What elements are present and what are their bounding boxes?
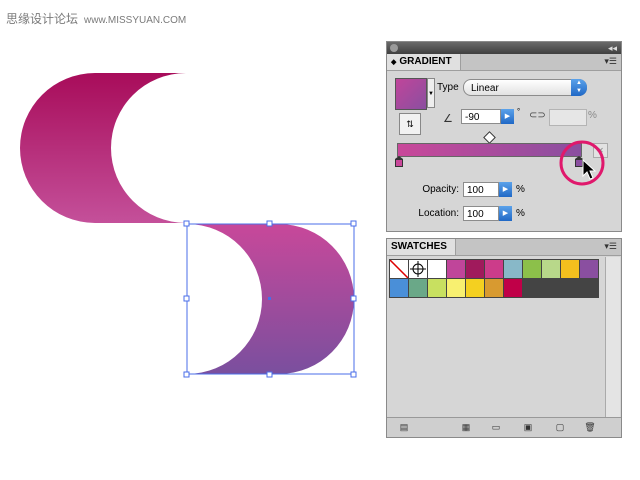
swatch-2[interactable] bbox=[428, 260, 446, 278]
swatch-10[interactable] bbox=[580, 260, 598, 278]
handle-mid-left bbox=[183, 295, 190, 302]
gradient-stop-end-color bbox=[575, 159, 583, 167]
type-select[interactable]: Linear ▲ ▼ bbox=[463, 79, 587, 96]
swatch-library-icon[interactable]: ▤ bbox=[397, 421, 411, 433]
close-icon[interactable] bbox=[390, 44, 398, 52]
swatch-9[interactable] bbox=[561, 260, 579, 278]
handle-bottom-left bbox=[183, 371, 190, 378]
gradient-stop-start[interactable] bbox=[395, 156, 403, 167]
swatches-panel: SWATCHES ▾☰ ▤ ▦ ▭ ▣ ▢ 🗑 bbox=[386, 238, 622, 438]
opacity-dropdown-button[interactable]: ▶ bbox=[499, 182, 512, 197]
swatch-8[interactable] bbox=[542, 260, 560, 278]
swatch-7[interactable] bbox=[523, 260, 541, 278]
swatch-5[interactable] bbox=[485, 260, 503, 278]
swatch-14[interactable] bbox=[447, 279, 465, 297]
handle-bottom-mid bbox=[266, 371, 273, 378]
aspect-ratio-input bbox=[549, 109, 587, 126]
swatch-12[interactable] bbox=[409, 279, 427, 297]
handle-top-mid bbox=[266, 220, 273, 227]
location-dropdown-button[interactable]: ▶ bbox=[499, 206, 512, 221]
gradient-slider-bar[interactable] bbox=[397, 143, 582, 157]
gradient-stop-start-color bbox=[395, 159, 403, 167]
handle-top-left bbox=[183, 220, 190, 227]
gradient-preview-swatch[interactable] bbox=[395, 78, 427, 110]
collapse-icon[interactable]: ◂◂ bbox=[608, 42, 617, 54]
top-crescent-shape[interactable] bbox=[20, 73, 186, 223]
select-stepper-icon: ▲ ▼ bbox=[571, 79, 587, 96]
opacity-label: Opacity: bbox=[422, 184, 459, 195]
dock-bar: ◂◂ bbox=[387, 42, 621, 54]
type-label: Type bbox=[437, 82, 459, 93]
tab-gradient[interactable]: ◆ GRADIENT bbox=[387, 54, 461, 70]
tab-gradient-label: GRADIENT bbox=[399, 56, 452, 67]
swatch-16[interactable] bbox=[485, 279, 503, 297]
angle-dropdown-button[interactable]: ▶ bbox=[501, 109, 514, 124]
new-group-icon[interactable]: ▣ bbox=[521, 421, 535, 433]
swatch-15[interactable] bbox=[466, 279, 484, 297]
swatch-17[interactable] bbox=[504, 279, 522, 297]
panel-menu-icon[interactable]: ▾☰ bbox=[604, 241, 617, 252]
angle-input[interactable]: -90 bbox=[461, 109, 501, 124]
swatch-0[interactable] bbox=[390, 260, 408, 278]
gradient-stop-end[interactable] bbox=[575, 156, 583, 167]
gradient-midpoint-marker[interactable] bbox=[483, 131, 496, 144]
handle-bottom-right bbox=[350, 371, 357, 378]
degree-symbol: ° bbox=[517, 107, 521, 116]
type-select-value: Linear bbox=[471, 83, 499, 94]
aspect-percent: % bbox=[588, 110, 597, 121]
scrollbar[interactable] bbox=[605, 257, 620, 417]
handle-top-right bbox=[350, 220, 357, 227]
tab-swatches-label: SWATCHES bbox=[391, 241, 447, 252]
tab-swatches[interactable]: SWATCHES bbox=[387, 239, 456, 255]
show-kinds-icon[interactable]: ▦ bbox=[459, 421, 473, 433]
swatch-options-icon[interactable]: ▭ bbox=[489, 421, 503, 433]
swatch-grid bbox=[389, 259, 599, 298]
delete-stop-icon[interactable]: ✕ bbox=[593, 143, 608, 158]
location-percent: % bbox=[516, 208, 525, 219]
swatches-tab-row: SWATCHES ▾☰ bbox=[387, 239, 621, 256]
opacity-input[interactable]: 100 bbox=[463, 182, 499, 197]
location-input[interactable]: 100 bbox=[463, 206, 499, 221]
delete-swatch-icon[interactable]: 🗑 bbox=[583, 421, 597, 433]
center-point bbox=[268, 297, 271, 300]
opacity-percent: % bbox=[516, 184, 525, 195]
handle-mid-right bbox=[350, 295, 357, 302]
new-swatch-icon[interactable]: ▢ bbox=[553, 421, 567, 433]
swatch-13[interactable] bbox=[428, 279, 446, 297]
tab-toggle-icon: ◆ bbox=[391, 59, 397, 66]
chevron-down-icon[interactable]: ▼ bbox=[427, 78, 435, 108]
swatch-3[interactable] bbox=[447, 260, 465, 278]
panel-menu-icon[interactable]: ▾☰ bbox=[604, 56, 617, 67]
location-label: Location: bbox=[418, 208, 459, 219]
gradient-tab-row: ◆ GRADIENT ▾☰ bbox=[387, 54, 621, 71]
reverse-gradient-icon[interactable]: ⇅ bbox=[399, 113, 421, 135]
swatch-4[interactable] bbox=[466, 260, 484, 278]
swatch-11[interactable] bbox=[390, 279, 408, 297]
angle-icon: ∠ bbox=[443, 113, 453, 125]
aspect-ratio-icon: ⊂⊃ bbox=[529, 110, 546, 121]
swatches-footer: ▤ ▦ ▭ ▣ ▢ 🗑 bbox=[387, 417, 621, 437]
swatch-6[interactable] bbox=[504, 260, 522, 278]
gradient-panel: ◂◂ ◆ GRADIENT ▾☰ ▼ Type Linear ▲ ▼ ⇅ ∠ -90… bbox=[386, 41, 622, 232]
swatch-1[interactable] bbox=[409, 260, 427, 278]
